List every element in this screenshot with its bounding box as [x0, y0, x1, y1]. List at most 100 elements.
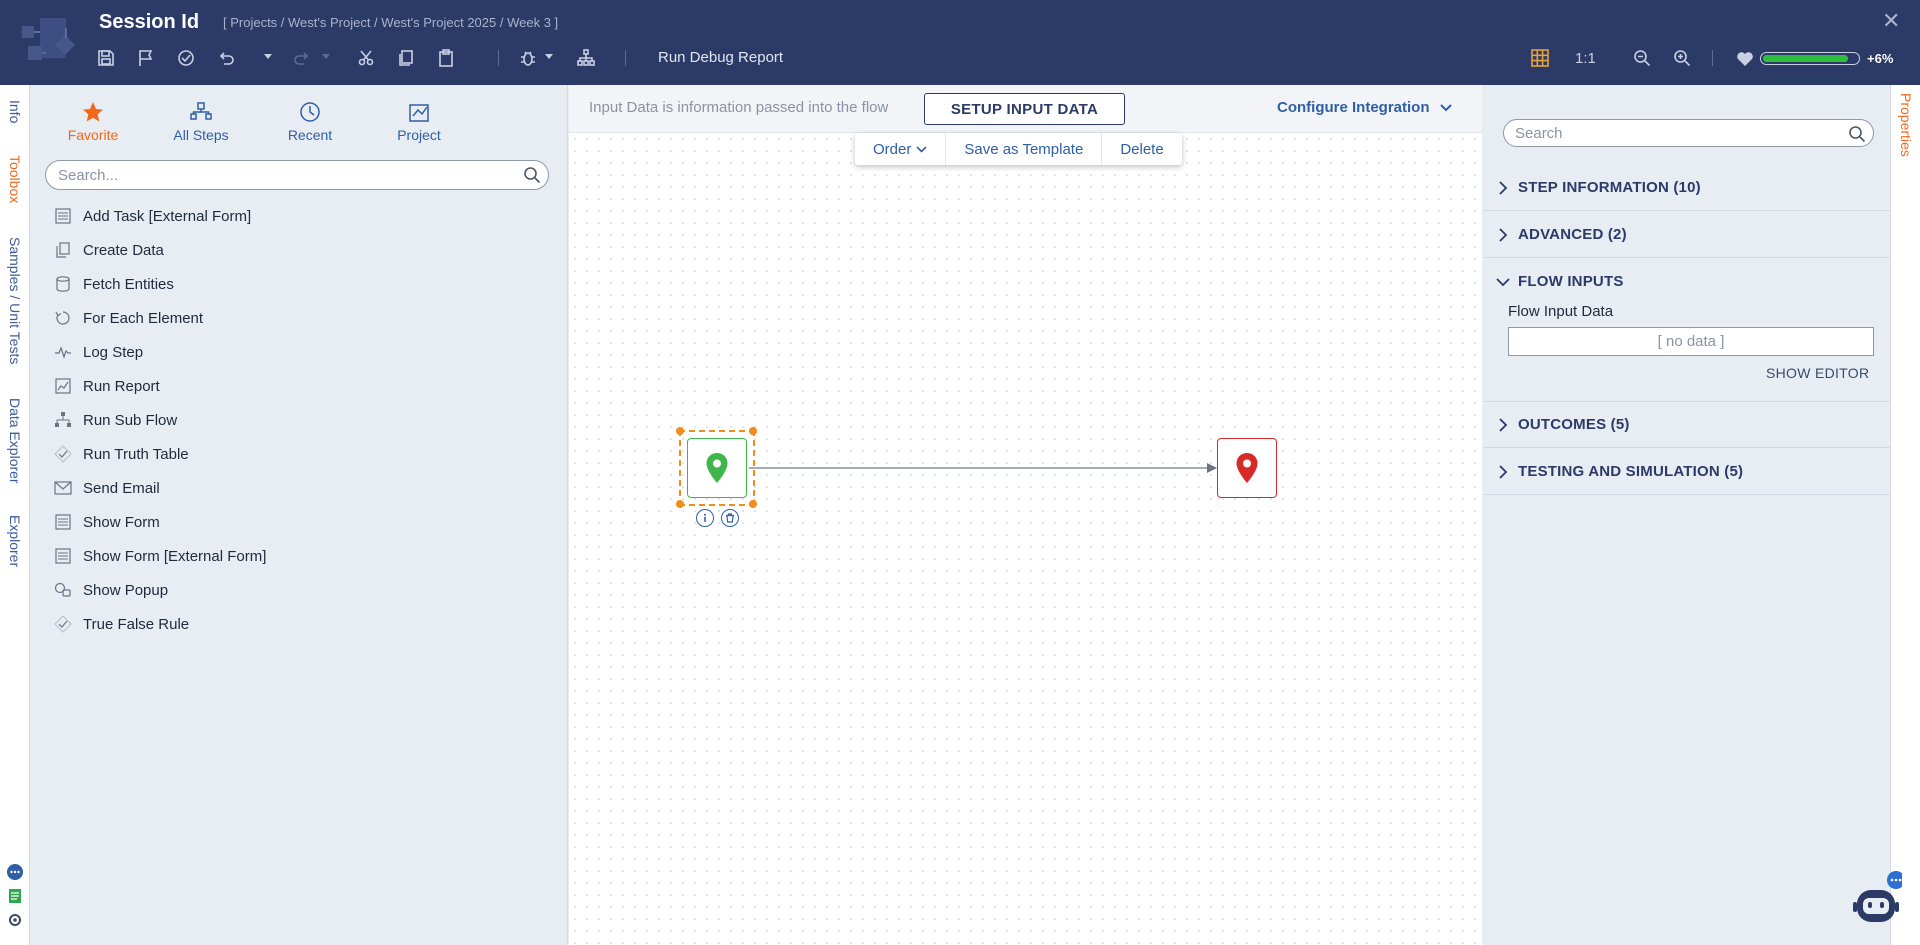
toolbox-step-label: Run Report — [83, 377, 160, 395]
toolbox-step-item[interactable]: True False Rule — [54, 612, 189, 636]
toolbox-step-item[interactable]: Show Popup — [54, 578, 168, 602]
undo-dropdown-icon[interactable] — [264, 54, 272, 59]
toolbox-tab-project[interactable]: Project — [374, 101, 464, 143]
debug-dropdown-icon[interactable] — [545, 54, 553, 59]
chevron-right-icon — [1499, 465, 1508, 479]
toolbox-step-item[interactable]: Run Sub Flow — [54, 408, 177, 432]
page-title: Session Id — [99, 11, 200, 33]
tab-properties[interactable]: Properties — [1898, 93, 1914, 157]
settings-icon[interactable] — [6, 911, 24, 929]
toolbox-step-label: Show Popup — [83, 581, 169, 599]
form-icon — [55, 548, 71, 564]
redo-icon — [290, 46, 314, 70]
section-testing-and-simulation[interactable]: TESTING AND SIMULATION (5) — [1483, 449, 1890, 495]
properties-panel: STEP INFORMATION (10) ADVANCED (2) FLOW … — [1483, 85, 1890, 945]
redo-dropdown-icon — [322, 54, 330, 59]
assistant-bot-icon[interactable] — [1852, 870, 1902, 926]
copy-icon[interactable] — [394, 46, 418, 70]
toolbox-tab-favorite[interactable]: Favorite — [48, 101, 138, 143]
tab-toolbox[interactable]: Toolbox — [7, 155, 23, 203]
toolbox-search-input[interactable] — [45, 160, 549, 190]
properties-search-input[interactable] — [1503, 119, 1874, 147]
step-context-menu: Order Save as Template Delete — [855, 133, 1182, 165]
envelope-icon — [54, 481, 72, 495]
toolbox-step-label: For Each Element — [83, 309, 204, 327]
paste-icon[interactable] — [434, 46, 458, 70]
flow-map-icon[interactable] — [574, 46, 598, 70]
end-step[interactable] — [1217, 438, 1277, 498]
notes-icon[interactable] — [6, 887, 24, 905]
resize-handle[interactable] — [676, 427, 684, 435]
resize-handle[interactable] — [749, 427, 757, 435]
order-menu-item[interactable]: Order — [855, 133, 947, 165]
toolbox-step-item[interactable]: Log Step — [54, 340, 143, 364]
input-data-info-text: Input Data is information passed into th… — [589, 99, 889, 116]
resize-handle[interactable] — [676, 500, 684, 508]
diamond-check-icon — [54, 615, 72, 633]
toolbox-step-item[interactable]: Show Form [External Form] — [54, 544, 266, 568]
chevron-down-icon — [1439, 104, 1452, 112]
section-flow-inputs[interactable]: FLOW INPUTS — [1483, 259, 1890, 305]
configure-integration-dropdown[interactable]: Configure Integration — [1277, 99, 1452, 116]
grid-icon[interactable] — [1528, 46, 1552, 70]
map-pin-icon — [706, 453, 728, 483]
toolbox-step-item[interactable]: Run Truth Table — [54, 442, 189, 466]
flow-health-fill — [1763, 55, 1848, 62]
toolbox-panel: Favorite All Steps Recent Project Add Ta… — [30, 85, 568, 945]
toolbox-step-item[interactable]: Create Data — [54, 238, 164, 262]
info-icon[interactable] — [696, 509, 714, 527]
tab-info[interactable]: Info — [7, 100, 23, 123]
save-icon[interactable] — [94, 46, 118, 70]
tab-data-explorer[interactable]: Data Explorer — [7, 398, 23, 484]
debug-icon[interactable] — [516, 46, 540, 70]
zoom-out-icon[interactable] — [1630, 46, 1654, 70]
flag-icon[interactable] — [134, 46, 158, 70]
toolbox-step-label: Send Email — [83, 479, 160, 497]
app-header: Session Id [ Projects / West's Project /… — [0, 0, 1920, 85]
toolbox-step-item[interactable]: Show Form — [54, 510, 160, 534]
section-step-information[interactable]: STEP INFORMATION (10) — [1483, 165, 1890, 211]
breadcrumb[interactable]: [ Projects / West's Project / West's Pro… — [223, 15, 558, 30]
flow-connector-arrow[interactable] — [749, 460, 1219, 476]
section-title: ADVANCED (2) — [1518, 226, 1627, 243]
zoom-reset-button[interactable]: 1:1 — [1575, 50, 1596, 67]
tab-explorer[interactable]: Explorer — [7, 515, 23, 567]
tab-samples-unit-tests[interactable]: Samples / Unit Tests — [7, 237, 23, 364]
run-debug-report-button[interactable]: Run Debug Report — [658, 49, 783, 66]
validate-icon[interactable] — [174, 46, 198, 70]
save-as-template-menu-item[interactable]: Save as Template — [946, 133, 1103, 165]
flow-canvas[interactable]: Input Data is information passed into th… — [569, 85, 1482, 945]
chevron-right-icon — [1499, 418, 1508, 432]
form-icon — [55, 208, 71, 224]
toolbox-step-item[interactable]: For Each Element — [54, 306, 203, 330]
section-title: STEP INFORMATION (10) — [1518, 179, 1701, 196]
delete-menu-item[interactable]: Delete — [1102, 133, 1181, 165]
trash-icon[interactable] — [721, 509, 739, 527]
toolbox-step-label: Run Sub Flow — [83, 411, 178, 429]
report-icon — [55, 378, 71, 394]
toolbox-tab-recent[interactable]: Recent — [265, 101, 355, 143]
undo-icon[interactable] — [214, 46, 238, 70]
toolbox-step-item[interactable]: Fetch Entities — [54, 272, 174, 296]
start-step[interactable] — [687, 438, 747, 498]
section-outcomes[interactable]: OUTCOMES (5) — [1483, 402, 1890, 448]
toolbox-step-label: True False Rule — [83, 615, 190, 633]
toolbox-tab-all-steps[interactable]: All Steps — [156, 101, 246, 143]
zoom-in-icon[interactable] — [1670, 46, 1694, 70]
chat-icon[interactable] — [6, 863, 24, 881]
cut-icon[interactable] — [354, 46, 378, 70]
setup-input-data-button[interactable]: SETUP INPUT DATA — [924, 93, 1125, 125]
section-advanced[interactable]: ADVANCED (2) — [1483, 212, 1890, 258]
toolbox-step-item[interactable]: Run Report — [54, 374, 160, 398]
toolbox-step-item[interactable]: Send Email — [54, 476, 160, 500]
search-icon[interactable] — [1848, 125, 1866, 143]
toolbox-step-item[interactable]: Add Task [External Form] — [54, 204, 251, 228]
chevron-down-icon — [916, 145, 927, 153]
show-editor-link[interactable]: SHOW EDITOR — [1766, 365, 1869, 381]
copy-icon — [56, 242, 70, 258]
chevron-right-icon — [1499, 181, 1508, 195]
flow-input-data-field[interactable]: [ no data ] — [1508, 327, 1874, 356]
resize-handle[interactable] — [749, 500, 757, 508]
close-icon[interactable]: ✕ — [1882, 8, 1900, 34]
search-icon[interactable] — [523, 166, 541, 184]
